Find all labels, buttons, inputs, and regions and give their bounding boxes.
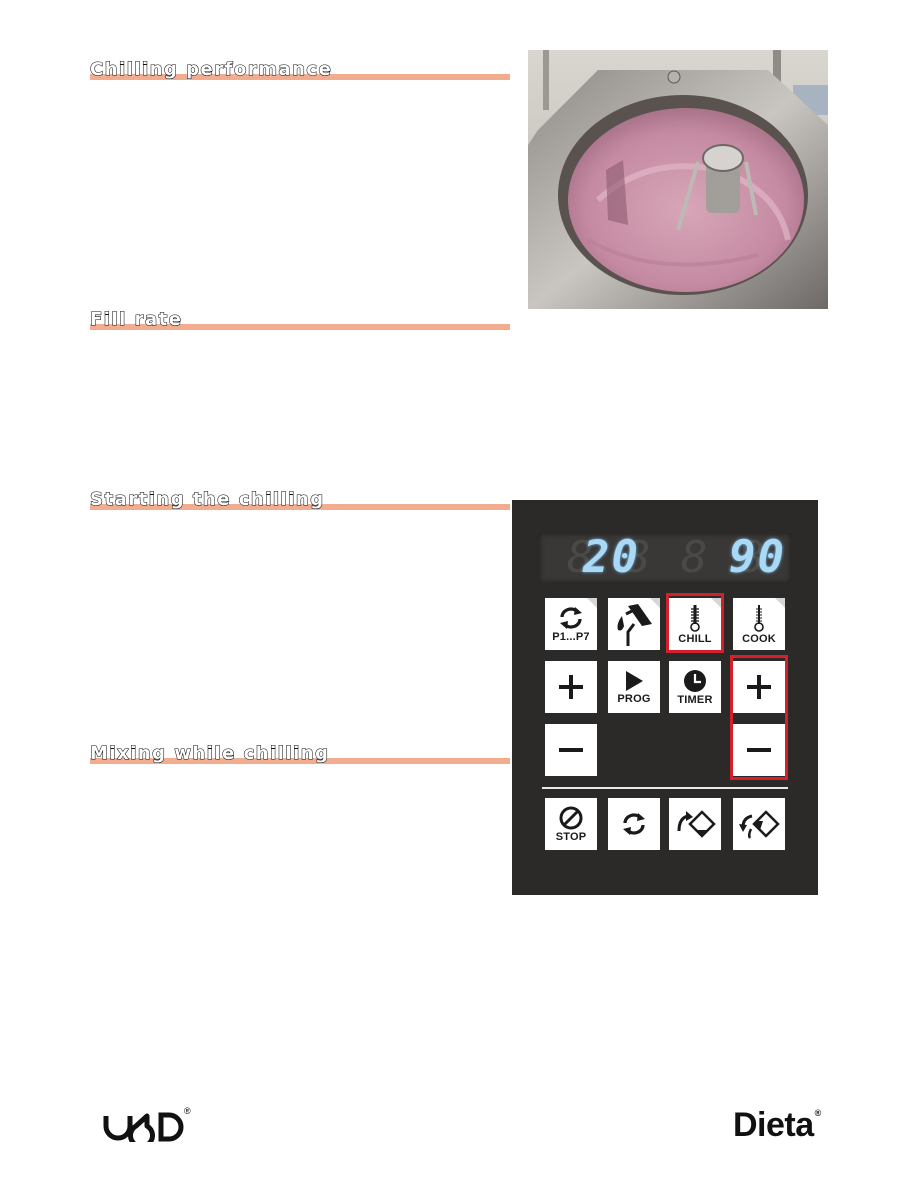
display-right-value: 90: [729, 532, 786, 583]
section-heading-chilling-performance: Chilling performance: [89, 50, 510, 81]
control-panel: 8 8 8 8 20 90 P1...P7 CHILL COOK PROG TI…: [512, 500, 818, 895]
dieta-logo: Dieta®: [733, 1106, 821, 1145]
tilt-back-button[interactable]: [733, 798, 785, 850]
programs-label: P1...P7: [552, 630, 590, 643]
timer-button[interactable]: TIMER: [669, 661, 721, 713]
mix-button[interactable]: [608, 798, 660, 850]
tilt-forward-icon: [677, 810, 716, 838]
minus-left-button[interactable]: [545, 724, 597, 776]
section-heading-starting-the-chilling: Starting the chilling: [89, 480, 510, 511]
timer-label: TIMER: [677, 693, 713, 706]
plus-minus-highlight-box: [730, 655, 788, 780]
cycle-arrows-icon: [560, 606, 582, 629]
registered-mark: ®: [814, 1108, 822, 1118]
display-left-value: 20: [583, 532, 640, 583]
play-icon: [626, 670, 643, 691]
kettle-photo: [528, 50, 828, 309]
dod-logo: ®: [103, 1106, 193, 1149]
minus-icon: [559, 748, 583, 752]
heading-title: Fill rate: [89, 308, 183, 330]
water-fill-icon: [617, 604, 652, 646]
cycle-arrows-icon: [623, 813, 645, 835]
dod-logo-mark: [103, 1112, 184, 1149]
prog-label: PROG: [617, 692, 651, 705]
key-corner: [650, 598, 660, 608]
fill-water-button[interactable]: [608, 598, 660, 650]
prog-button[interactable]: PROG: [608, 661, 660, 713]
section-heading-mixing-while-chilling: Mixing while chilling: [89, 734, 510, 765]
cook-label: COOK: [742, 632, 776, 645]
stop-label: STOP: [555, 830, 587, 843]
tilt-forward-button[interactable]: [669, 798, 721, 850]
heading-title: Chilling performance: [89, 58, 333, 80]
programs-button[interactable]: P1...P7: [545, 598, 597, 650]
panel-divider: [542, 787, 788, 789]
cook-button[interactable]: COOK: [733, 598, 785, 650]
section-heading-fill-rate: Fill rate: [89, 300, 510, 331]
key-corner: [775, 598, 785, 608]
kettle-illustration: [528, 50, 828, 309]
plus-left-button[interactable]: [545, 661, 597, 713]
tilt-back-icon: [739, 810, 780, 839]
heading-title: Mixing while chilling: [89, 742, 330, 764]
plus-icon: [559, 675, 583, 699]
stop-button[interactable]: STOP: [545, 798, 597, 850]
stop-icon: [559, 806, 583, 829]
temperature-display: 8 8 8 8 20 90: [539, 533, 791, 583]
dieta-logo-text: Dieta: [733, 1106, 814, 1144]
heading-title: Starting the chilling: [89, 488, 325, 510]
key-corner: [587, 598, 597, 608]
registered-mark: ®: [184, 1106, 191, 1116]
clock-icon: [684, 669, 706, 692]
thermometer-icon: [754, 604, 764, 632]
chill-highlight-box: [666, 593, 724, 653]
